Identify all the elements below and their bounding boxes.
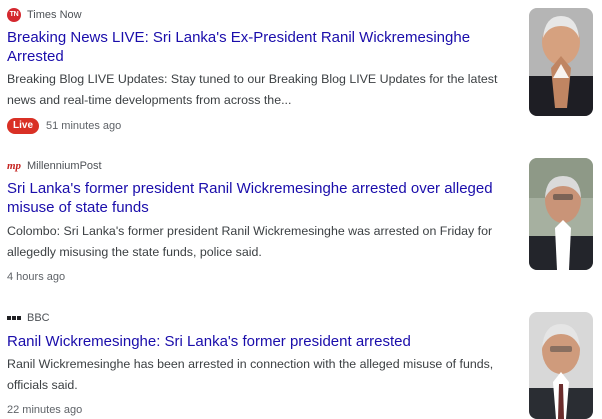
- article-thumbnail[interactable]: [529, 8, 593, 116]
- times-now-logo-icon: TN: [7, 8, 21, 22]
- article-title-link[interactable]: Sri Lanka's former president Ranil Wickr…: [7, 179, 512, 217]
- millennium-post-logo-icon: mp: [7, 160, 22, 172]
- source-name: MillenniumPost: [27, 160, 102, 172]
- source-row: mp MillenniumPost: [7, 158, 102, 174]
- article-meta: Live 51 minutes ago: [7, 118, 121, 134]
- article-title-link[interactable]: Ranil Wickremesinghe: Sri Lanka's former…: [7, 332, 512, 351]
- source-name: Times Now: [27, 9, 82, 21]
- article-meta: 4 hours ago: [7, 271, 65, 283]
- article-thumbnail[interactable]: [529, 158, 593, 270]
- article-title-link[interactable]: Breaking News LIVE: Sri Lanka's Ex-Presi…: [7, 28, 512, 66]
- article-timestamp: 4 hours ago: [7, 271, 66, 283]
- article-thumbnail[interactable]: [529, 312, 593, 419]
- source-row: BBC: [7, 310, 50, 326]
- bbc-logo-icon: [7, 316, 21, 320]
- article-meta: 22 minutes ago: [7, 404, 82, 416]
- live-badge: Live: [7, 118, 40, 134]
- article-timestamp: 22 minutes ago: [7, 404, 83, 416]
- article-snippet: Colombo: Sri Lanka's former president Ra…: [7, 224, 493, 259]
- news-card[interactable]: mp MillenniumPost Sri Lanka's former pre…: [0, 150, 602, 290]
- article-snippet: Ranil Wickremesinghe has been arrested i…: [7, 357, 494, 392]
- news-card[interactable]: BBC Ranil Wickremesinghe: Sri Lanka's fo…: [0, 303, 602, 419]
- article-timestamp: 51 minutes ago: [46, 120, 122, 132]
- source-row: TN Times Now: [7, 7, 82, 23]
- article-snippet: Breaking Blog LIVE Updates: Stay tuned t…: [7, 72, 498, 107]
- news-card[interactable]: TN Times Now Breaking News LIVE: Sri Lan…: [0, 0, 602, 140]
- source-name: BBC: [27, 312, 50, 324]
